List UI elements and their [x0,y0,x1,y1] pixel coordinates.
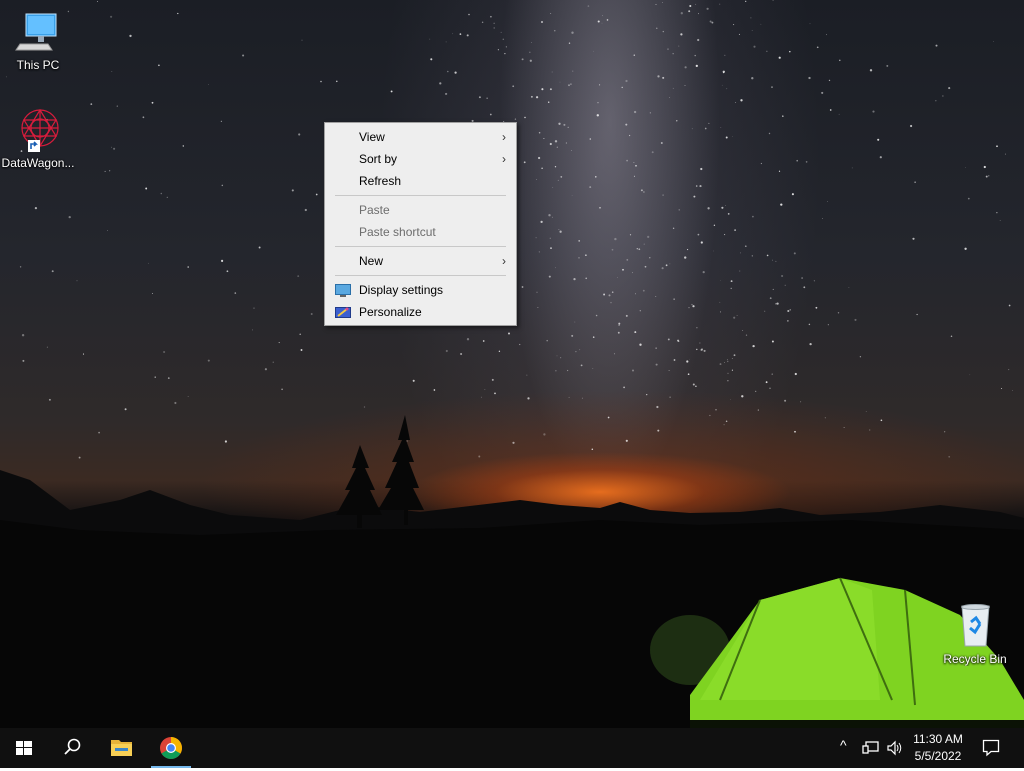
menu-item-paste: Paste [325,199,516,221]
menu-item-refresh[interactable]: Refresh [325,170,516,192]
desktop-icon-datawagon[interactable]: DataWagon... [0,106,76,170]
menu-item-personalize[interactable]: Personalize [325,301,516,323]
volume-icon[interactable] [886,740,904,759]
menu-item-label: Paste [359,203,390,217]
chevron-right-icon: › [502,152,506,166]
desktop-icon-recycle-bin[interactable]: Recycle Bin [937,602,1013,666]
menu-item-label: Personalize [359,305,422,319]
desktop-icon-label: This PC [16,58,60,72]
menu-item-label: Sort by [359,152,398,166]
show-hidden-icons-chevron-icon[interactable]: ^ [840,737,847,753]
file-explorer-button[interactable] [98,728,146,768]
action-center-icon[interactable] [982,739,1000,760]
desktop-icon-this-pc[interactable]: This PC [0,8,76,72]
menu-separator [335,275,506,276]
desktop-background[interactable]: This PC DataWagon... Recycle Bin View › … [0,0,1024,728]
chrome-icon [160,737,182,759]
menu-item-display-settings[interactable]: Display settings [325,279,516,301]
search-button[interactable] [48,728,96,768]
desktop-context-menu: View › Sort by › Refresh Paste Paste sho… [324,122,517,326]
personalize-icon [335,305,351,319]
landscape-silhouette [0,415,1024,728]
taskbar: ^ 11:30 AM 5/5/2022 [0,728,1024,768]
desktop-icon-label: Recycle Bin [943,652,1007,666]
clock-date: 5/5/2022 [914,749,962,763]
menu-item-label: New [359,254,384,268]
menu-separator [335,195,506,196]
windows-icon [16,741,32,755]
menu-item-new[interactable]: New › [325,250,516,272]
chevron-right-icon: › [502,254,506,268]
chevron-right-icon: › [502,130,506,144]
clock-time: 11:30 AM [913,732,963,746]
menu-item-paste-shortcut: Paste shortcut [325,221,516,243]
desktop-icon-label: DataWagon... [1,156,75,170]
recycle-bin-icon [951,602,999,650]
computer-icon [14,8,62,56]
menu-item-view[interactable]: View › [325,126,516,148]
taskbar-clock[interactable]: 11:30 AM 5/5/2022 [905,731,971,765]
folder-icon [111,740,132,756]
search-icon [64,738,81,755]
menu-separator [335,246,506,247]
menu-item-label: Display settings [359,283,444,297]
datawagon-icon [14,106,62,154]
network-icon[interactable] [862,740,880,759]
menu-item-label: View [359,130,385,144]
menu-item-label: Paste shortcut [359,225,436,239]
menu-item-label: Refresh [359,174,402,188]
menu-item-sort-by[interactable]: Sort by › [325,148,516,170]
display-icon [335,283,351,297]
chrome-taskbar-button[interactable] [151,728,191,768]
start-button[interactable] [0,728,48,768]
